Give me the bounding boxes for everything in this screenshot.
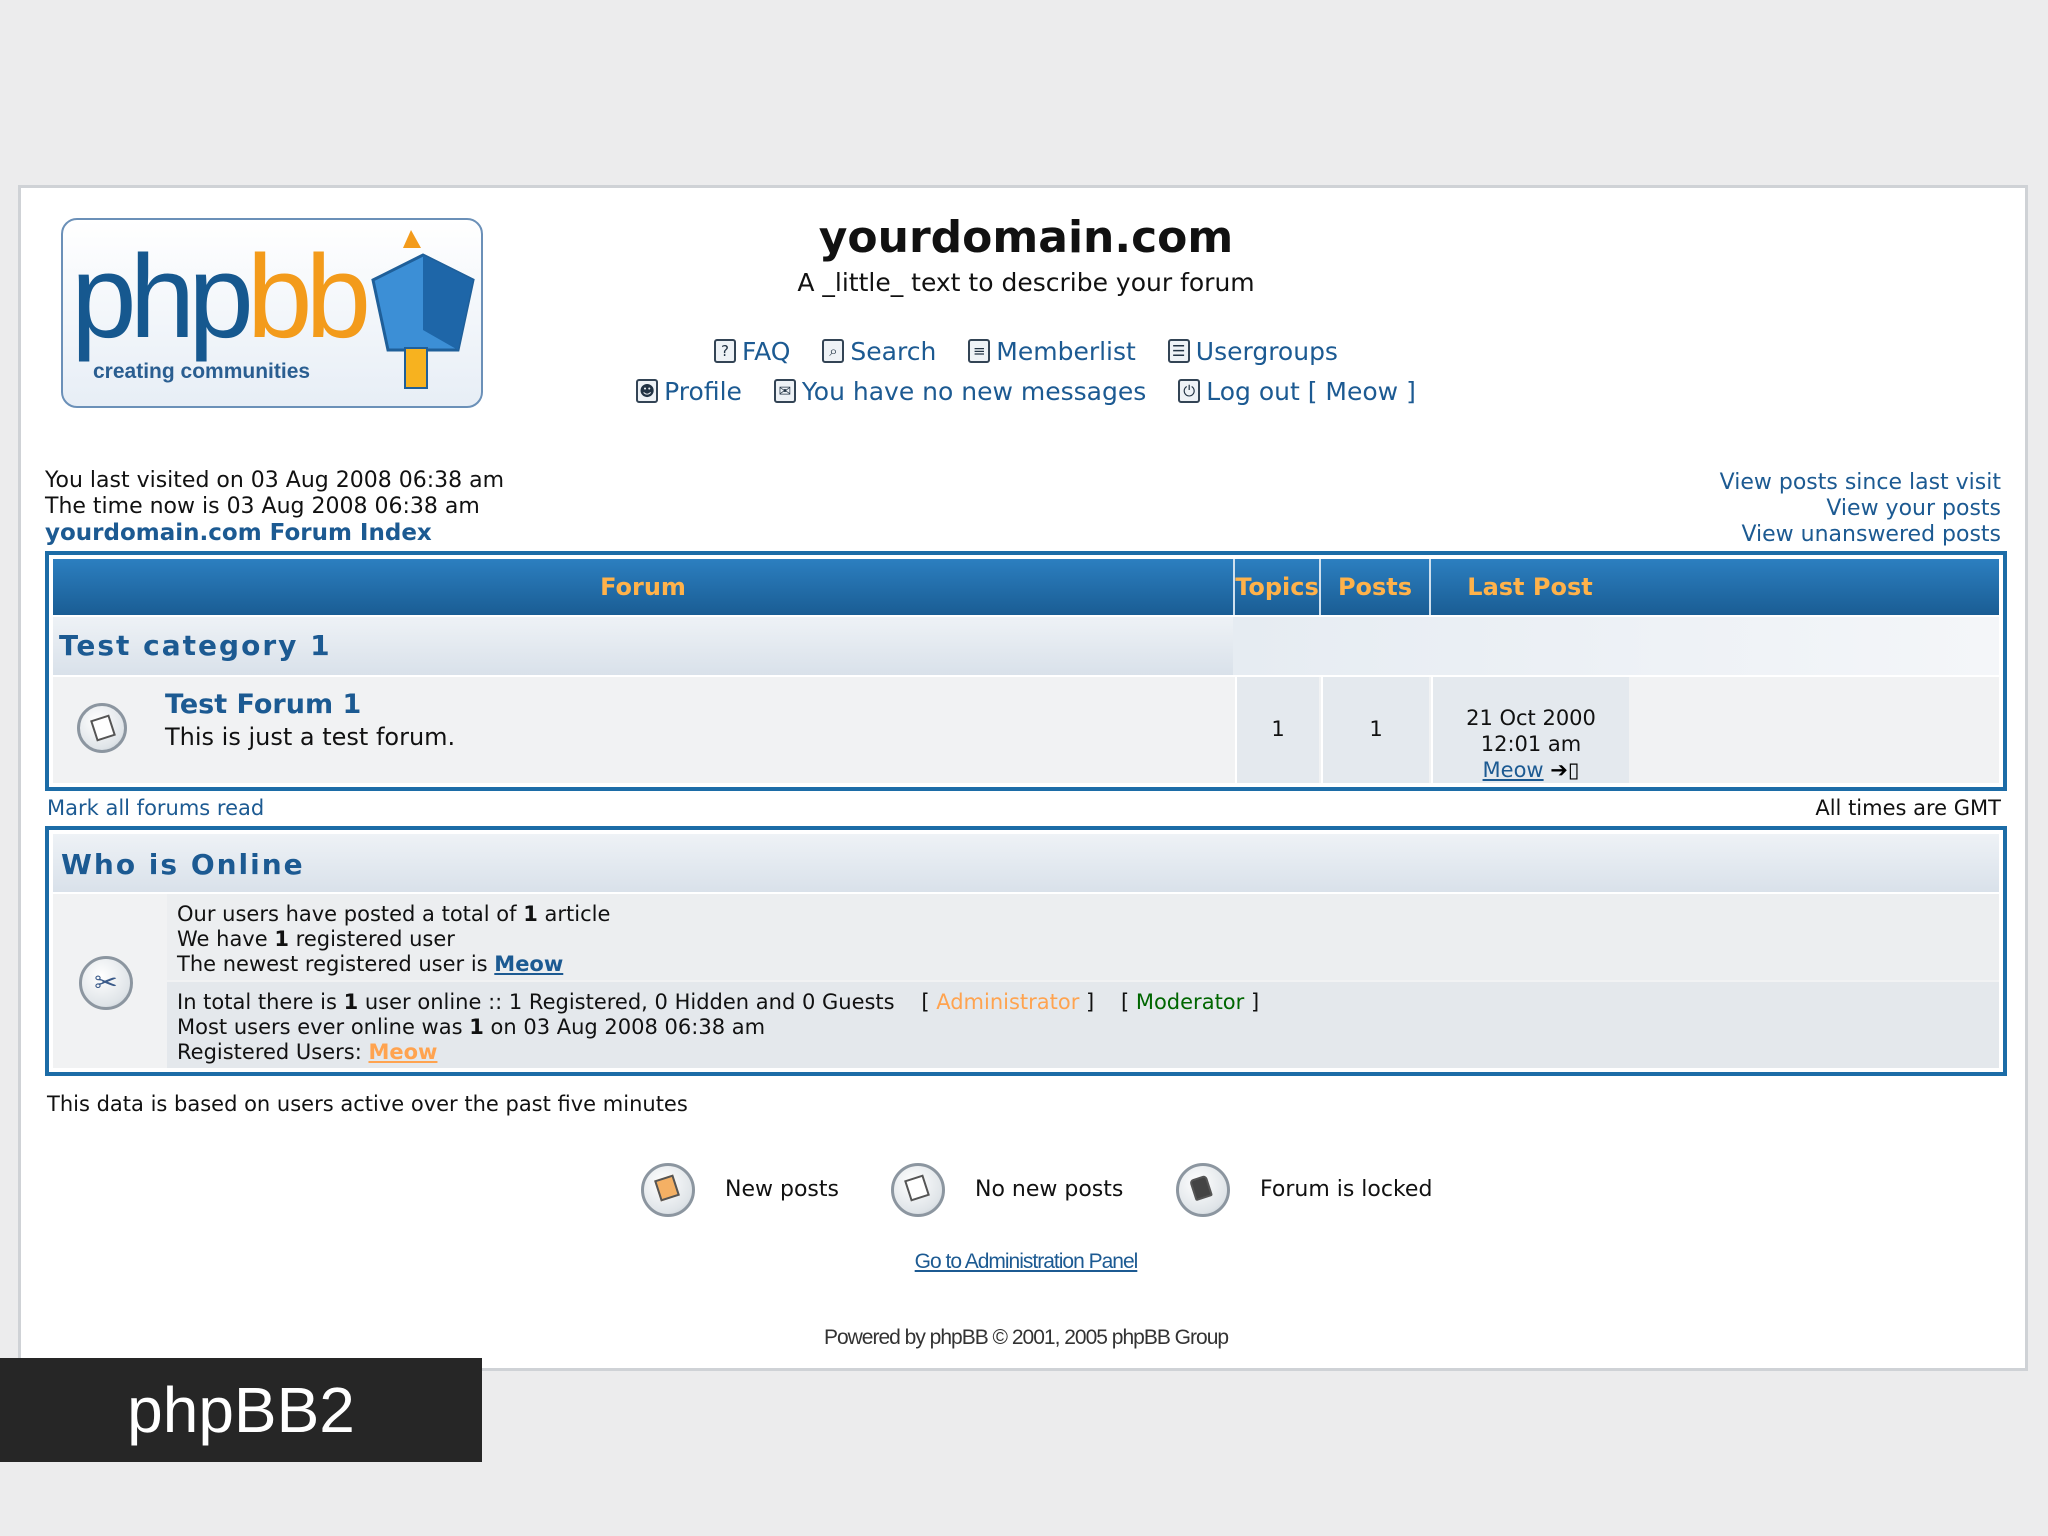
who-is-online-panel: Who is Online ✂ Our users have posted a … [45,826,2007,1076]
posts-since-last-visit-link[interactable]: View posts since last visit [1720,470,2001,495]
newest-user-link[interactable]: Meow [494,952,563,976]
profile-icon: ☻ [636,379,659,403]
who-is-online-body: ✂ Our users have posted a total of 1 art… [53,894,1999,1068]
site-description: A _little_ text to describe your forum [797,268,1255,297]
who-is-online-title[interactable]: Who is Online [61,848,305,881]
posts-cell: 1 [1321,677,1429,783]
memberlist-icon: ≡ [968,339,991,363]
who-icon-area: ✂ [53,894,165,1068]
forum-info-cell: Test Forum 1 This is just a test forum. [53,677,1233,783]
registered-users-line: Registered Users: Meow [177,1040,438,1064]
visit-info: You last visited on 03 Aug 2008 06:38 am… [45,468,504,547]
nav-logout-label: Log out [ Meow ] [1206,376,1416,406]
registered-count-line: We have 1 registered user [177,927,455,951]
moderator-legend: Moderator [1135,990,1245,1014]
forum-name-link[interactable]: Test Forum 1 [165,689,361,720]
last-visit-text: You last visited on 03 Aug 2008 06:38 am [45,468,505,493]
legend-no-new-posts-label: No new posts [975,1177,1124,1202]
header-posts: Posts [1321,559,1431,615]
board-stats: Our users have posted a total of 1 artic… [167,894,1999,980]
who-online-icon: ✂ [79,956,133,1010]
legend-forum-locked-label: Forum is locked [1260,1177,1433,1202]
who-is-online-header: Who is Online [53,834,1999,892]
last-post-cell: 21 Oct 2000 12:01 am Meow ➔▯ [1431,677,1629,783]
site-title: yourdomain.com [818,212,1234,263]
topics-cell: 1 [1235,677,1319,783]
nav-logout[interactable]: ⏻ Log out [ Meow ] [1178,377,1416,406]
administrator-legend: Administrator [936,990,1080,1014]
admin-panel-link-row: Go to Administration Panel [21,1250,2031,1274]
forum-table: Forum Topics Posts Last Post Test catego… [45,551,2007,791]
forum-page: phpbb creating communities yourdomain.co… [18,185,2028,1371]
unanswered-posts-link[interactable]: View unanswered posts [1741,522,2001,547]
powered-by-text: Powered by phpBB © 2001, 2005 phpBB Grou… [823,1326,1229,1349]
messages-icon: ✉ [773,379,796,403]
nav-profile[interactable]: ☻ Profile [636,377,742,406]
time-now-text: The time now is 03 Aug 2008 06:38 am [45,494,480,519]
your-posts-link[interactable]: View your posts [1826,496,2001,521]
topics-count: 1 [1271,717,1285,741]
header-last-post: Last Post [1467,573,1593,601]
forum-folder-icon [77,703,127,753]
nav-messages-label: You have no new messages [801,376,1147,406]
nav-row-2: ☻ Profile ✉ You have no new messages ⏻ Log … [21,373,2031,406]
nav-usergroups[interactable]: ☰ Usergroups [1167,336,1338,366]
search-icon: ⌕ [822,339,845,363]
new-posts-icon [641,1163,695,1217]
nav-search-label: Search [850,336,937,366]
help-icon: ? [714,339,737,363]
nav-row-1: ? FAQ ⌕ Search ≡ Memberlist ☰ Usergroups [21,333,2031,366]
search-links: View posts since last visit View your po… [1720,470,2001,548]
forum-description: This is just a test forum. [165,723,456,751]
header-topics: Topics [1235,559,1321,615]
admin-panel-link[interactable]: Go to Administration Panel [915,1250,1139,1273]
nav-faq-label: FAQ [742,336,791,366]
logout-icon: ⏻ [1178,379,1201,403]
forum-index-link[interactable]: yourdomain.com Forum Index [45,520,432,546]
posts-count: 1 [1369,717,1383,741]
no-new-posts-icon [891,1163,945,1217]
forum-table-header: Forum Topics Posts Last Post [53,559,1999,615]
mark-forums-read-link[interactable]: Mark all forums read [47,796,264,820]
category-link[interactable]: Test category 1 [59,629,332,662]
last-post-arrow-icon[interactable]: ➔▯ [1550,758,1579,782]
online-users: In total there is 1 user online :: 1 Reg… [167,982,1999,1068]
nav-faq[interactable]: ? FAQ [714,337,790,366]
last-post-info: 21 Oct 2000 12:01 am Meow ➔▯ [1433,705,1629,783]
nav-messages[interactable]: ✉ You have no new messages [773,376,1147,406]
last-post-user-link[interactable]: Meow [1483,758,1544,782]
nav-memberlist-label: Memberlist [996,336,1136,366]
newest-user-line: The newest registered user is Meow [177,952,564,976]
slide-caption: phpBB2 [0,1358,482,1462]
category-fill [1233,617,1999,675]
category-row: Test category 1 [53,617,1999,675]
nav-profile-label: Profile [664,376,742,406]
registered-user-link[interactable]: Meow [368,1040,437,1064]
nav-memberlist[interactable]: ≡ Memberlist [968,337,1136,366]
nav-search[interactable]: ⌕ Search [822,337,936,366]
timezone-text: All times are GMT [1815,796,2001,820]
active-users-footnote: This data is based on users active over … [47,1092,688,1116]
forum-row: Test Forum 1 This is just a test forum. … [53,677,1999,783]
total-posts-line: Our users have posted a total of 1 artic… [177,902,611,926]
last-post-date: 21 Oct 2000 12:01 am [1466,706,1596,756]
header-forum: Forum [53,559,1235,615]
most-online-line: Most users ever online was 1 on 03 Aug 2… [177,1015,766,1039]
online-total-line: In total there is 1 user online :: 1 Reg… [177,990,1260,1014]
legend-new-posts-label: New posts [725,1177,839,1202]
nav-usergroups-label: Usergroups [1195,336,1338,366]
locked-icon [1176,1163,1230,1217]
usergroups-icon: ☰ [1167,339,1190,363]
